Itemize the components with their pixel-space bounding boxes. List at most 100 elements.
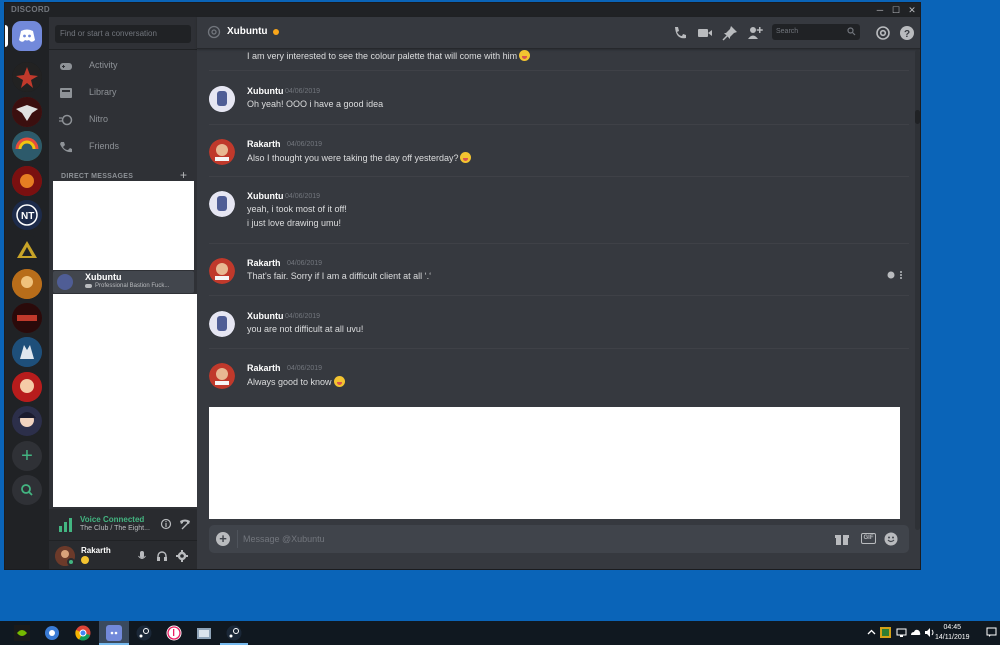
avatar[interactable]	[209, 311, 235, 337]
server-icon[interactable]	[12, 303, 42, 333]
close-button[interactable]: ✕	[904, 3, 920, 17]
search-icon	[847, 27, 856, 36]
network-app-icon[interactable]	[44, 625, 60, 641]
start-voice-call-icon[interactable]	[672, 25, 688, 41]
message-input[interactable]: Message @Xubuntu	[243, 534, 325, 544]
message-author[interactable]: Rakarth	[247, 258, 281, 268]
disconnect-icon[interactable]	[179, 518, 191, 530]
dm-name: Xubuntu	[85, 272, 122, 282]
character-emblem-icon	[12, 269, 42, 299]
anime-avatar-icon	[12, 406, 42, 436]
discord-icon[interactable]	[106, 625, 122, 641]
microphone-icon[interactable]	[136, 550, 148, 562]
server-icon[interactable]	[12, 235, 42, 265]
itunes-icon[interactable]	[166, 625, 182, 641]
voice-channel[interactable]: The Club / The Eight...	[80, 525, 150, 532]
message-author[interactable]: Xubuntu	[247, 86, 284, 96]
message-timestamp: 04/06/2019	[287, 365, 323, 372]
onedrive-icon[interactable]	[910, 627, 921, 638]
avatar[interactable]	[209, 191, 235, 217]
server-icon[interactable]	[12, 131, 42, 161]
message-text: Always good to know	[247, 376, 345, 387]
search-icon	[21, 484, 33, 496]
server-icon[interactable]	[12, 372, 42, 402]
avatar[interactable]	[209, 86, 235, 112]
message-author[interactable]: Rakarth	[247, 363, 281, 373]
info-icon[interactable]	[160, 518, 172, 530]
avatar[interactable]	[209, 139, 235, 165]
find-conversation-input[interactable]: Find or start a conversation	[55, 25, 191, 43]
add-friend-to-dm-icon[interactable]	[747, 25, 763, 41]
tongue-emoji-icon	[460, 152, 472, 163]
message-divider	[209, 124, 909, 125]
nav-nitro[interactable]: Nitro	[59, 109, 189, 131]
upload-button[interactable]: +	[216, 532, 230, 546]
search-input[interactable]: Search	[772, 24, 860, 40]
mentions-icon[interactable]	[875, 25, 891, 41]
chat-area: Xubuntu Search ? I am very interested to…	[197, 17, 920, 569]
maximize-button[interactable]: ☐	[888, 3, 904, 17]
recipient-name: Xubuntu	[227, 26, 268, 37]
network-icon[interactable]	[896, 627, 907, 638]
message-author[interactable]: Xubuntu	[247, 311, 284, 321]
library-icon	[60, 88, 72, 98]
message-text: Also I thought you were taking the day o…	[247, 152, 472, 163]
message-author[interactable]: Xubuntu	[247, 191, 284, 201]
nvidia-app-icon[interactable]	[14, 625, 30, 641]
divider	[237, 530, 238, 548]
nav-friends[interactable]: Friends	[59, 136, 189, 158]
home-button[interactable]	[12, 21, 42, 51]
create-dm-button[interactable]: +	[180, 168, 187, 182]
nav-label: Nitro	[89, 114, 109, 124]
server-icon[interactable]	[12, 269, 42, 299]
explore-servers-button[interactable]	[12, 475, 42, 505]
message-text: I am very interested to see the colour p…	[247, 50, 531, 61]
steam-icon[interactable]	[136, 625, 152, 641]
emoji-picker-icon[interactable]	[884, 532, 898, 546]
svg-text:?: ?	[904, 29, 910, 40]
gift-icon[interactable]	[835, 532, 849, 546]
pinned-messages-icon[interactable]	[722, 25, 738, 41]
message-list: I am very interested to see the colour p…	[197, 50, 913, 420]
redacted-area	[53, 294, 197, 507]
steam-icon[interactable]	[226, 625, 242, 641]
avatar[interactable]	[209, 363, 235, 389]
user-panel: Rakarth	[49, 541, 197, 569]
scrollbar[interactable]	[915, 50, 920, 530]
search-placeholder: Search	[776, 28, 799, 35]
settings-gear-icon[interactable]	[176, 550, 188, 562]
message-timestamp: 04/06/2019	[285, 193, 321, 200]
nav-library[interactable]: Library	[59, 82, 189, 104]
clock-time: 04:45	[943, 624, 962, 631]
notifications-icon[interactable]	[986, 627, 997, 638]
gif-button[interactable]: GIF	[861, 533, 876, 544]
server-icon[interactable]	[12, 62, 42, 92]
tray-app-icon[interactable]	[880, 627, 891, 638]
server-icon[interactable]	[12, 406, 42, 436]
nav-activity[interactable]: Activity	[59, 55, 189, 77]
server-icon[interactable]	[12, 166, 42, 196]
custom-status-emoji-icon	[81, 556, 89, 564]
chat-header: Xubuntu Search ?	[197, 17, 920, 49]
file-manager-icon[interactable]	[196, 625, 212, 641]
gamepad-icon	[85, 284, 92, 288]
scrollbar-thumb[interactable]	[915, 110, 920, 124]
message-composer[interactable]: + Message @Xubuntu GIF	[209, 525, 909, 553]
add-server-button[interactable]: +	[12, 441, 42, 471]
avatar[interactable]	[209, 258, 235, 284]
headphones-icon[interactable]	[156, 550, 168, 562]
server-icon[interactable]	[12, 97, 42, 127]
dm-item-xubuntu[interactable]: Xubuntu Professional Bastion Fuck...	[53, 271, 194, 293]
server-icon[interactable]: NT	[12, 200, 42, 230]
minimize-button[interactable]: ─	[872, 3, 888, 17]
chevron-up-icon[interactable]	[866, 627, 877, 638]
volume-icon[interactable]	[924, 627, 935, 638]
help-icon[interactable]: ?	[899, 25, 915, 41]
chrome-icon[interactable]	[75, 625, 91, 641]
server-icon[interactable]	[12, 337, 42, 367]
system-clock[interactable]: 04:45 14/11/2019	[935, 623, 970, 643]
title-bar: DISCORD ─ ☐ ✕	[5, 3, 920, 17]
message-author[interactable]: Rakarth	[247, 139, 281, 149]
start-video-call-icon[interactable]	[697, 25, 713, 41]
message-actions-icon[interactable]	[886, 270, 906, 280]
